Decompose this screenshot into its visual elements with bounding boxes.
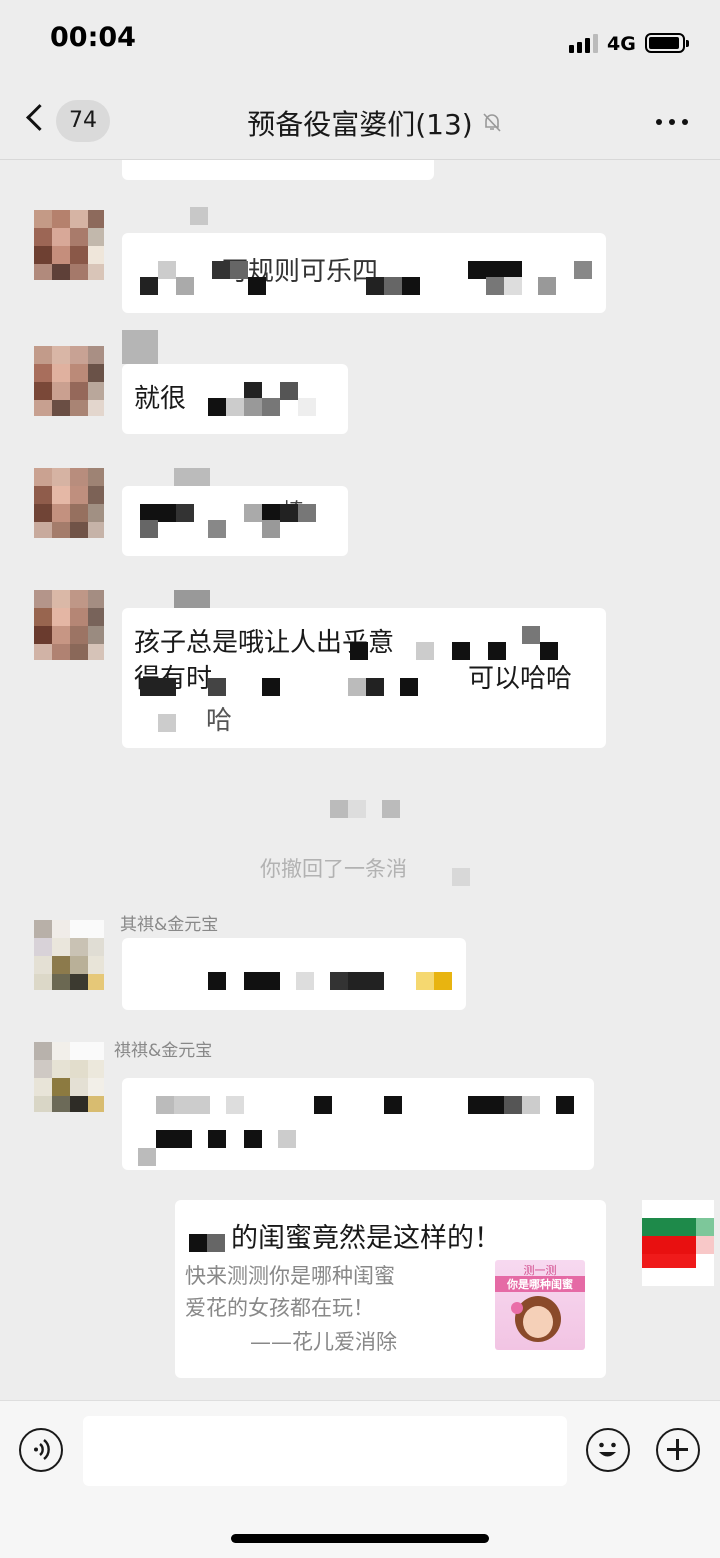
status-time: 00:04: [50, 22, 136, 53]
unread-count-badge[interactable]: 74: [56, 100, 110, 142]
sender-name: [174, 468, 210, 486]
card-source: ——花儿爱消除: [250, 1330, 397, 1354]
signal-icon: [569, 33, 599, 53]
card-thumbnail: 测一测 你是哪种闺蜜: [495, 1260, 585, 1350]
timestamp-divider: [330, 800, 402, 818]
avatar[interactable]: [34, 590, 104, 660]
shared-link-card[interactable]: 的闺蜜竟然是这样的！ 快来测测你是哪种闺蜜 爱花的女孩都在玩！ ——花儿爱消除 …: [175, 1200, 606, 1378]
card-description: 快来测测你是哪种闺蜜 爱花的女孩都在玩！: [185, 1260, 395, 1324]
voice-input-icon[interactable]: [19, 1428, 63, 1472]
avatar[interactable]: [34, 920, 104, 990]
message-bubble[interactable]: 棒: [122, 486, 348, 556]
avatar[interactable]: [34, 468, 104, 538]
message-bubble[interactable]: 就很: [122, 364, 348, 434]
avatar[interactable]: [34, 1042, 104, 1112]
thumb-text-bottom: 你是哪种闺蜜: [495, 1276, 585, 1292]
card-title: 的闺蜜竟然是这样的！: [231, 1223, 501, 1254]
add-more-icon[interactable]: [656, 1428, 700, 1472]
card-desc-line-2: 爱花的女孩都在玩！: [185, 1296, 374, 1320]
card-desc-line-1: 快来测测你是哪种闺蜜: [185, 1264, 395, 1288]
emoji-icon[interactable]: [586, 1428, 630, 1472]
notice-redaction: [452, 868, 470, 886]
my-avatar[interactable]: [642, 1200, 714, 1286]
sender-name: 其祺&金元宝: [120, 915, 219, 935]
message-input[interactable]: [83, 1416, 567, 1486]
message-text-line-3: 哈: [206, 706, 233, 736]
avatar[interactable]: [34, 210, 104, 280]
message-bubble[interactable]: [122, 160, 434, 180]
message-bubble[interactable]: [122, 938, 466, 1010]
avatar[interactable]: [34, 346, 104, 416]
message-text: 就很: [134, 384, 187, 414]
network-type: 4G: [607, 33, 636, 55]
recalled-message-notice: 你撤回了一条消: [260, 857, 407, 881]
message-bubble[interactable]: 孩子总是哦让人出乎意 得有时 可以哈哈 哈: [122, 608, 606, 748]
message-bubble[interactable]: 可规则可乐四: [122, 233, 606, 313]
sender-name: [122, 330, 158, 364]
more-options-icon[interactable]: [654, 119, 690, 127]
home-indicator: [231, 1534, 489, 1543]
girl-face-icon: [511, 1296, 561, 1342]
sender-name: 祺祺&金元宝: [114, 1041, 213, 1061]
sender-name: [190, 207, 208, 225]
sender-name: [174, 590, 210, 608]
battery-icon: [645, 33, 689, 53]
message-bubble[interactable]: [122, 1078, 594, 1170]
mute-bell-icon: [483, 113, 501, 132]
message-text-line-2-end: 可以哈哈: [468, 664, 573, 694]
